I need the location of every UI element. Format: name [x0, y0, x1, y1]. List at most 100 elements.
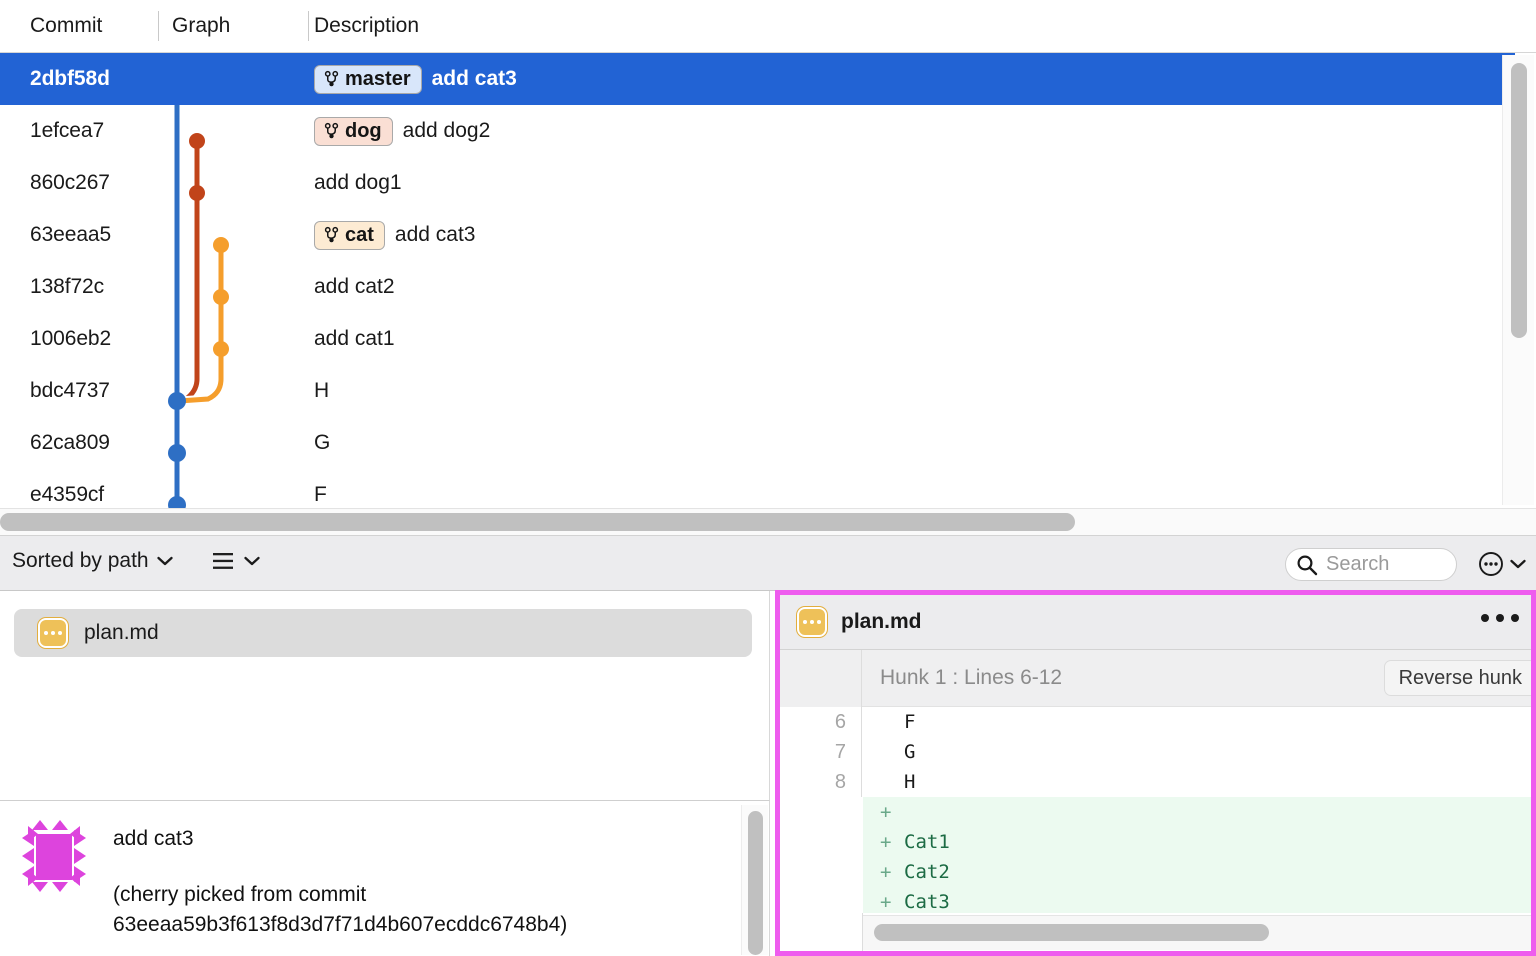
line-text: Cat2 [904, 861, 950, 883]
diff-line-context[interactable]: 6 F [780, 707, 1531, 737]
chevron-down-icon [156, 556, 173, 566]
diff-file-name: plan.md [841, 610, 922, 633]
line-number: 7 [834, 740, 846, 763]
commit-sha: 860c267 [30, 171, 110, 194]
commit-row[interactable]: bdc4737 H [0, 365, 1515, 417]
added-sign: + [880, 801, 892, 823]
files-toolbar: Sorted by path Search [0, 535, 1536, 591]
line-text: G [904, 741, 916, 763]
commit-row-selected[interactable]: 2dbf58d master add cat3 [0, 53, 1515, 105]
line-number: 8 [834, 770, 846, 793]
reverse-hunk-button[interactable]: Reverse hunk [1383, 660, 1531, 696]
column-header-description[interactable]: Description [314, 0, 419, 52]
diff-line-added[interactable]: + [780, 797, 1531, 827]
search-icon [1297, 554, 1318, 575]
commit-message: add cat1 [314, 327, 395, 350]
git-client-window: Commit Graph Description 2dbf58d master … [0, 0, 1536, 956]
commit-message: add dog2 [402, 119, 491, 142]
scrollbar-thumb[interactable] [1511, 63, 1527, 338]
commit-sha: 138f72c [30, 275, 105, 298]
more-options-dropdown[interactable] [1478, 551, 1526, 577]
commit-list-horizontal-scrollbar[interactable] [0, 508, 1536, 535]
gutter-fill [780, 827, 863, 857]
column-header-commit[interactable]: Commit [30, 0, 102, 52]
commit-message-detail: add cat3 (cherry picked from commit 63ee… [113, 824, 723, 939]
commit-sha: 63eeaa5 [30, 223, 112, 246]
commit-sha: 1006eb2 [30, 327, 112, 350]
diff-bottom-gutter [780, 913, 863, 951]
commit-sha: bdc4737 [30, 379, 110, 402]
file-list-item-plan-md[interactable]: plan.md [14, 609, 752, 657]
markdown-file-icon [38, 618, 68, 648]
diff-line-context[interactable]: 7 G [780, 737, 1531, 767]
branch-badge-cat[interactable]: cat [314, 220, 385, 250]
commit-message: add dog1 [314, 171, 402, 194]
search-input[interactable]: Search [1285, 548, 1457, 581]
line-text: F [904, 711, 916, 733]
branch-badge-dog[interactable]: dog [314, 116, 393, 146]
commit-description-cell: F [314, 483, 327, 507]
diff-line-context[interactable]: 8 H [780, 767, 1531, 797]
commit-description-cell: G [314, 431, 330, 455]
commit-sha: 1efcea7 [30, 119, 105, 142]
commit-list-header: Commit Graph Description [0, 0, 1536, 53]
scrollbar-thumb[interactable] [874, 924, 1269, 941]
chevron-down-icon [244, 556, 260, 566]
chevron-down-icon [1510, 559, 1526, 569]
commit-message: F [314, 483, 327, 506]
commit-list-vertical-scrollbar[interactable] [1502, 55, 1534, 505]
commit-row[interactable]: 138f72c add cat2 [0, 261, 1515, 313]
commit-list[interactable]: 2dbf58d master add cat3 1efcea7 dog add … [0, 53, 1536, 508]
commit-body-line-2: 63eeaa59b3f613f8d3d7f71d4b607ecddc6748b4… [113, 912, 568, 936]
diff-more-icon[interactable] [1481, 614, 1519, 622]
hunk-label: Hunk 1 : Lines 6-12 [880, 666, 1063, 689]
column-divider-2[interactable] [308, 11, 309, 41]
commit-row[interactable]: e4359cf F [0, 469, 1515, 508]
commit-sha: e4359cf [30, 483, 105, 506]
commit-description-cell: master add cat3 [314, 64, 517, 94]
branch-icon [324, 70, 339, 87]
commit-subject: add cat3 [113, 827, 194, 850]
markdown-file-icon [797, 607, 827, 637]
hunk-gutter [780, 650, 862, 707]
more-circle-icon [1479, 552, 1503, 576]
column-divider-1[interactable] [158, 11, 159, 41]
diff-line-added[interactable]: + Cat1 [780, 827, 1531, 857]
list-view-dropdown[interactable] [212, 552, 260, 570]
commit-description-cell: cat add cat3 [314, 220, 475, 250]
commit-description-cell: dog add dog2 [314, 116, 491, 146]
commit-description-cell: add cat1 [314, 327, 395, 351]
line-text: Cat3 [904, 891, 950, 913]
commit-row[interactable]: 1efcea7 dog add dog2 [0, 105, 1515, 157]
commit-row[interactable]: 63eeaa5 cat add cat3 [0, 209, 1515, 261]
branch-label: dog [345, 119, 382, 142]
commit-body-line-1: (cherry picked from commit [113, 882, 367, 906]
file-name-label: plan.md [84, 621, 159, 644]
column-header-graph[interactable]: Graph [172, 0, 230, 52]
scrollbar-thumb[interactable] [748, 811, 763, 955]
sort-label: Sorted by path [12, 549, 149, 572]
added-sign: + [880, 861, 892, 883]
diff-horizontal-scrollbar[interactable] [863, 915, 1531, 950]
diff-line-added[interactable]: + Cat3 [780, 887, 1531, 913]
changed-files-panel: plan.md [0, 591, 770, 800]
line-text: H [904, 771, 916, 793]
search-placeholder: Search [1326, 553, 1390, 575]
line-text: Cat1 [904, 831, 950, 853]
added-sign: + [880, 831, 892, 853]
commit-message: H [314, 379, 330, 402]
commit-sha: 62ca809 [30, 431, 110, 454]
commit-detail-scrollbar[interactable] [741, 805, 768, 955]
branch-icon [324, 122, 339, 139]
scrollbar-thumb[interactable] [0, 513, 1075, 531]
sort-dropdown[interactable]: Sorted by path [12, 549, 173, 573]
diff-line-added[interactable]: + Cat2 [780, 857, 1531, 887]
commit-row[interactable]: 860c267 add dog1 [0, 157, 1515, 209]
commit-row[interactable]: 1006eb2 add cat1 [0, 313, 1515, 365]
branch-badge-master[interactable]: master [314, 64, 422, 94]
diff-lines[interactable]: 6 F 7 G 8 H + + Cat1 + Cat2 + Cat3 [780, 707, 1531, 913]
commit-description-cell: H [314, 379, 329, 403]
commit-description-cell: add cat2 [314, 275, 395, 299]
hunk-header: Hunk 1 : Lines 6-12 Reverse hunk [780, 650, 1531, 707]
commit-row[interactable]: 62ca809 G [0, 417, 1515, 469]
